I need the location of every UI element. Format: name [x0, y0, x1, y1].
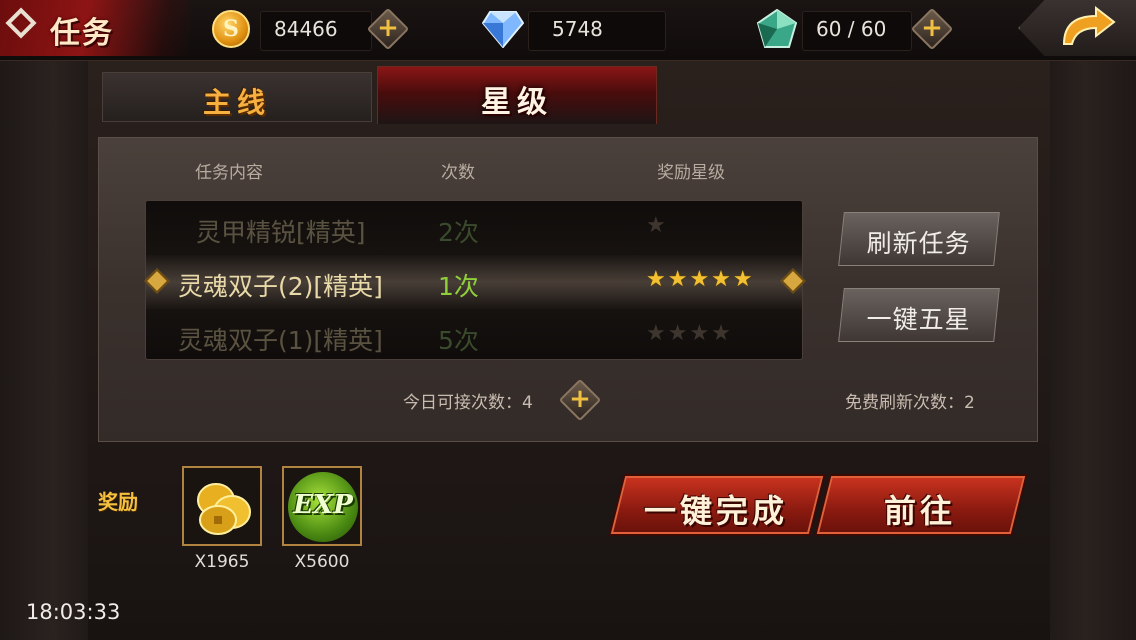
quest-count: 1次 [438, 272, 479, 301]
add-gold-button[interactable]: + [366, 7, 410, 51]
go-button[interactable]: 前往 [816, 476, 1026, 534]
quest-row-selected[interactable]: 灵魂双子(2)[精英] 1次 ★★★★★ [146, 255, 802, 309]
add-stamina-button[interactable]: + [910, 7, 954, 51]
quest-stars: ★★★★ [646, 321, 733, 346]
quest-row[interactable]: 灵魂双子(1)[精英] 5次 ★★★★ [146, 309, 802, 359]
free-refresh-count: 免费刷新次数：2 [845, 393, 975, 413]
diamond-icon [482, 11, 524, 48]
daily-accept-count: 今日可接次数：4 [403, 393, 533, 413]
gold-amount: 84466 [274, 17, 338, 41]
return-arrow-icon [1062, 6, 1116, 45]
tab-main-quest[interactable]: 主线 [102, 72, 372, 122]
stamina-amount: 60 / 60 [816, 17, 887, 41]
reward-coins-qty: X1965 [194, 552, 250, 572]
exp-icon-text: EXP [293, 490, 353, 520]
title-diamond-icon [5, 7, 37, 39]
tab-main-quest-label: 主线 [202, 86, 271, 119]
column-header-count: 次数 [441, 163, 475, 183]
quest-count: 5次 [438, 326, 479, 355]
diamond-amount: 5748 [552, 17, 603, 41]
quest-name: 灵魂双子(1)[精英] [178, 326, 383, 355]
quest-name: 灵魂双子(2)[精英] [178, 272, 383, 301]
stamina-gem-icon [756, 9, 798, 48]
reward-item-coins[interactable] [182, 466, 262, 546]
quest-stars: ★ [646, 213, 668, 238]
reward-item-exp[interactable]: EXP [282, 466, 362, 546]
add-accept-count-button[interactable]: + [558, 378, 602, 422]
reward-exp-qty: X5600 [294, 552, 350, 572]
column-header-star-reward: 奖励星级 [657, 163, 725, 183]
coins-icon [197, 483, 251, 535]
tab-star-quest-label: 星级 [481, 85, 553, 120]
column-header-content: 任务内容 [195, 163, 263, 183]
one-key-five-star-button[interactable]: 一键五星 [838, 288, 1000, 342]
system-clock: 18:03:33 [26, 600, 121, 624]
reward-label: 奖励 [98, 490, 138, 514]
quest-name: 灵甲精锐[精英] [196, 218, 366, 247]
top-bar: 任务 S 84466 + 5748 60 / 60 + [0, 0, 1136, 61]
title-banner: 任务 [0, 0, 190, 56]
quest-stars: ★★★★★ [646, 267, 755, 292]
quest-panel: 任务内容 次数 奖励星级 灵甲精锐[精英] 2次 ★ 灵魂双子(2)[精英] 1… [98, 137, 1038, 442]
quest-count: 2次 [438, 218, 479, 247]
page-title: 任务 [50, 16, 114, 51]
tab-star-quest[interactable]: 星级 [377, 66, 657, 124]
one-key-complete-button[interactable]: 一键完成 [610, 476, 824, 534]
background-right-panel [1050, 60, 1136, 640]
gold-coin-icon: S [212, 10, 250, 48]
background-left-panel [0, 60, 88, 640]
quest-row[interactable]: 灵甲精锐[精英] 2次 ★ [146, 201, 802, 255]
refresh-quest-button[interactable]: 刷新任务 [838, 212, 1000, 266]
quest-list: 灵甲精锐[精英] 2次 ★ 灵魂双子(2)[精英] 1次 ★★★★★ 灵魂双子(… [145, 200, 803, 360]
